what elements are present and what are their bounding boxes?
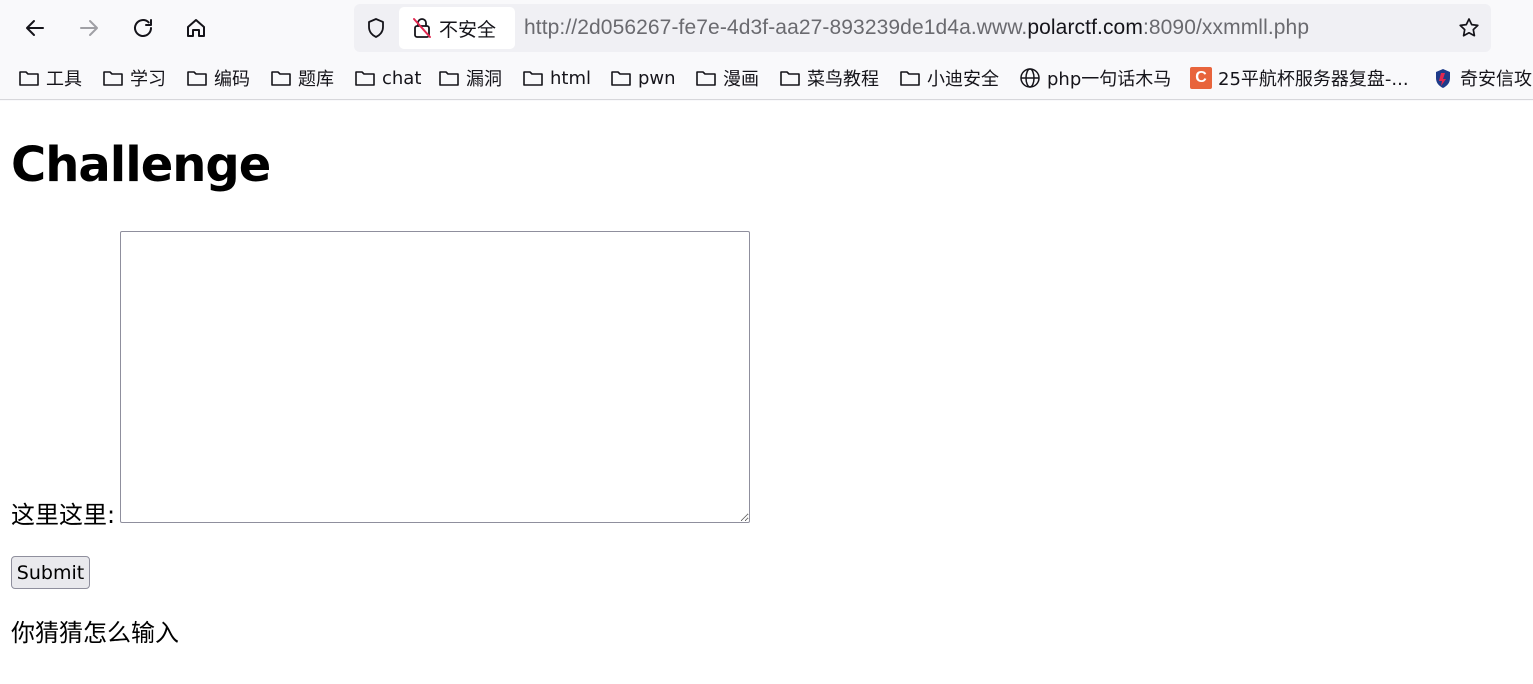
bookmark-label: 工具 (46, 69, 82, 90)
bookmark-item[interactable]: 小迪安全 (899, 56, 999, 99)
address-bar[interactable]: 不安全 http://2d056267-fe7e-4d3f-aa27-89323… (354, 4, 1491, 52)
insecure-lock-icon (413, 18, 431, 38)
browser-toolbar: 不安全 http://2d056267-fe7e-4d3f-aa27-89323… (0, 0, 1533, 56)
home-button[interactable] (178, 10, 214, 46)
folder-icon (695, 67, 717, 89)
bookmark-item[interactable]: 工具 (18, 56, 82, 99)
shield-logo-icon (1432, 67, 1454, 89)
folder-icon (18, 67, 40, 89)
back-button[interactable] (17, 10, 53, 46)
bookmark-label: php一句话木马 (1047, 69, 1172, 90)
bookmark-label: chat (382, 67, 422, 89)
bookmark-item[interactable]: 漫画 (695, 56, 759, 99)
site-security-indicator[interactable]: 不安全 (399, 7, 515, 49)
url-text[interactable]: http://2d056267-fe7e-4d3f-aa27-893239de1… (524, 4, 1309, 52)
bookmark-item[interactable]: 漏洞 (438, 56, 502, 99)
folder-icon (779, 67, 801, 89)
bookmark-label: 学习 (130, 69, 166, 90)
page-content: Challenge 这里这里: Submit 你猜猜怎么输入 (0, 101, 1533, 684)
bookmark-label: 25平航杯服务器复盘-... (1218, 69, 1409, 90)
hint-text: 你猜猜怎么输入 (11, 619, 179, 647)
tracking-protection-button[interactable] (362, 14, 390, 42)
bookmark-star-button[interactable] (1455, 14, 1483, 42)
reload-button[interactable] (125, 10, 161, 46)
bookmarks-toolbar: 工具 学习 编码 题库 chat 漏洞 html pwn 漫画 菜鸟教程 小迪安全 php一句话木马 C… (0, 56, 1533, 100)
folder-icon (186, 67, 208, 89)
reload-icon (134, 19, 152, 37)
bookmark-label: 小迪安全 (927, 69, 999, 90)
bookmark-label: 编码 (214, 69, 250, 90)
bookmark-label: 菜鸟教程 (807, 69, 879, 90)
bookmark-item[interactable]: 编码 (186, 56, 250, 99)
xml-textarea[interactable] (120, 231, 750, 523)
bookmark-item[interactable]: 奇安信攻 (1432, 56, 1532, 99)
folder-icon (522, 67, 544, 89)
home-icon (187, 19, 205, 37)
star-icon (1459, 18, 1479, 37)
page-title: Challenge (11, 137, 271, 193)
folder-icon (438, 67, 460, 89)
bookmark-item[interactable]: 学习 (102, 56, 166, 99)
bookmark-label: pwn (638, 67, 676, 89)
arrow-right-icon (80, 20, 98, 36)
bookmark-item[interactable]: C 25平航杯服务器复盘-... (1190, 56, 1409, 99)
globe-icon (1019, 67, 1041, 89)
textarea-label: 这里这里: (11, 501, 116, 529)
folder-icon (270, 67, 292, 89)
bookmark-label: 题库 (298, 69, 334, 90)
url-suffix: :8090/xxmmll.php (1142, 16, 1310, 39)
bookmark-item[interactable]: php一句话木马 (1019, 56, 1172, 99)
bookmark-item[interactable]: pwn (610, 56, 676, 99)
bookmark-label: html (550, 67, 592, 89)
bookmark-item[interactable]: chat (354, 56, 422, 99)
forward-button[interactable] (71, 10, 107, 46)
submit-button[interactable]: Submit (11, 556, 90, 589)
folder-icon (899, 67, 921, 89)
bookmark-item[interactable]: html (522, 56, 592, 99)
folder-icon (610, 67, 632, 89)
bookmark-label: 漏洞 (466, 69, 502, 90)
c-logo-letter: C (1190, 67, 1212, 89)
arrow-left-icon (26, 20, 44, 36)
url-host: polarctf.com (1027, 16, 1143, 39)
folder-icon (354, 67, 376, 89)
shield-icon (368, 18, 384, 38)
security-label: 不安全 (439, 18, 497, 41)
bookmark-item[interactable]: 题库 (270, 56, 334, 99)
bookmark-label: 漫画 (723, 69, 759, 90)
c-logo-icon: C (1190, 67, 1212, 89)
url-prefix: http://2d056267-fe7e-4d3f-aa27-893239de1… (524, 16, 1028, 39)
bookmark-item[interactable]: 菜鸟教程 (779, 56, 879, 99)
folder-icon (102, 67, 124, 89)
bookmark-label: 奇安信攻 (1460, 69, 1532, 90)
